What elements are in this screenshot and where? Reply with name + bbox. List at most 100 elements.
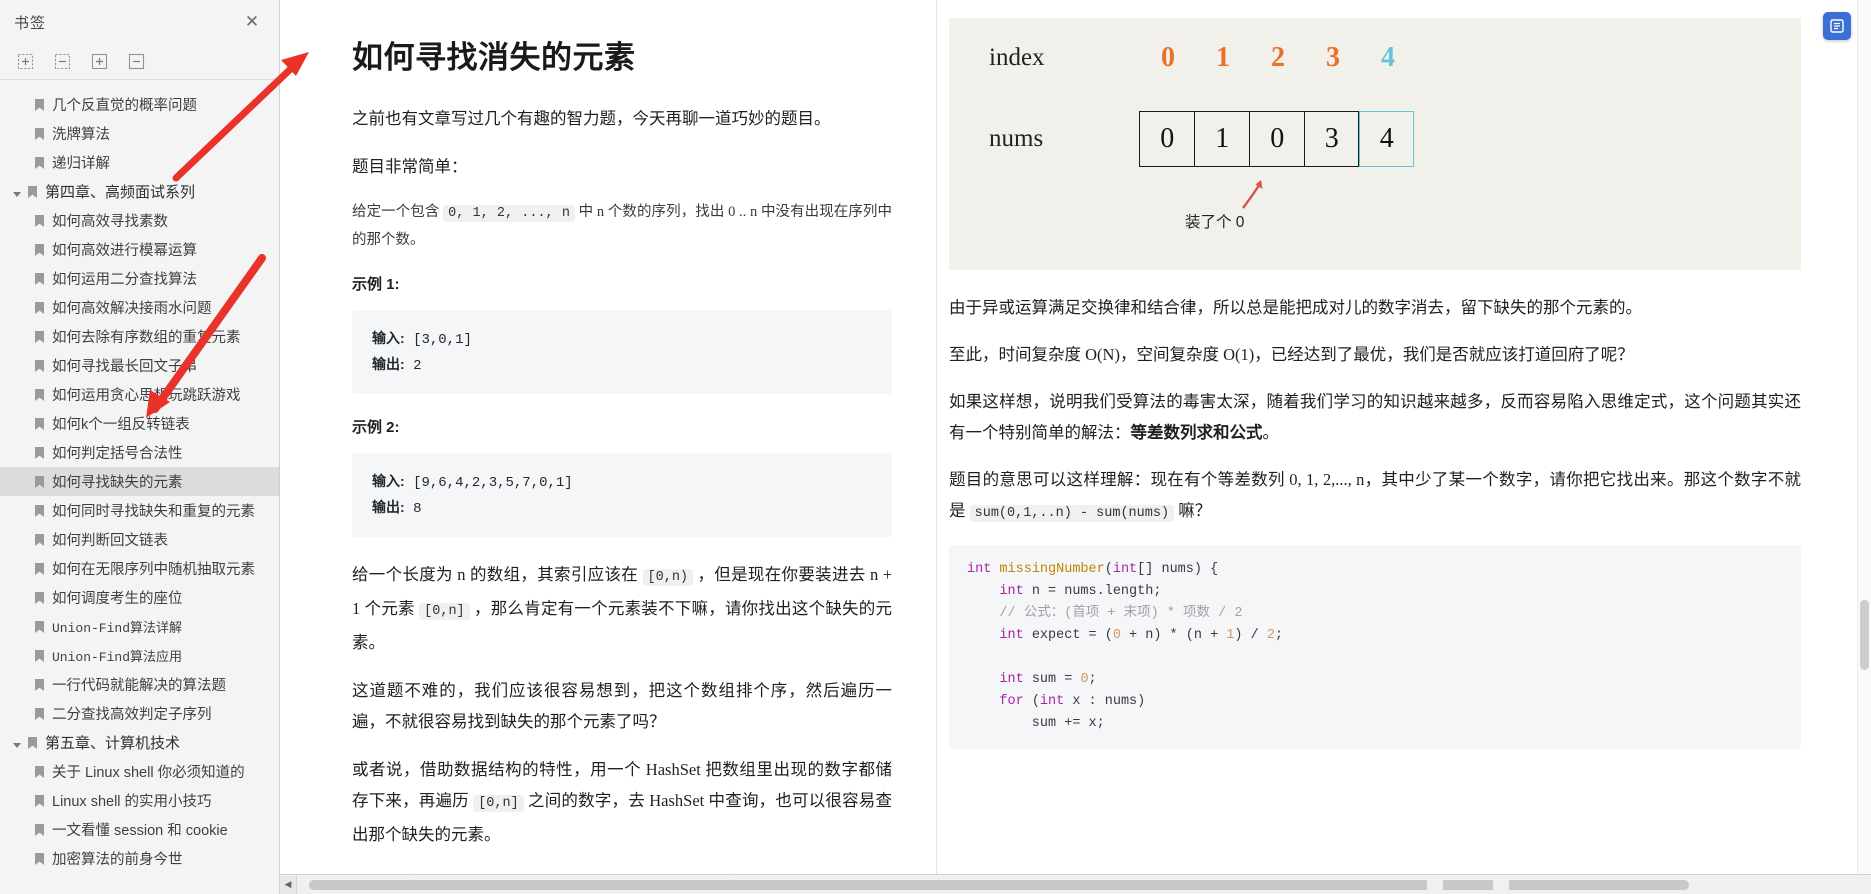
example-2-heading: 示例 2:	[352, 419, 400, 436]
remove-bookmark-icon[interactable]	[127, 52, 146, 71]
sidebar-item-label: Union-Find算法详解	[52, 621, 183, 636]
sidebar-item[interactable]: 如何寻找缺失的元素	[0, 467, 279, 496]
page-container: 如何寻找消失的元素 之前也有文章写过几个有趣的智力题，今天再聊一道巧妙的题目。 …	[280, 0, 1871, 874]
document-reader: 如何寻找消失的元素 之前也有文章写过几个有趣的智力题，今天再聊一道巧妙的题目。 …	[280, 0, 1871, 894]
sidebar-item[interactable]: 如何判断回文链表	[0, 525, 279, 554]
sidebar-item[interactable]: 一文看懂 session 和 cookie	[0, 815, 279, 844]
rp3-bold: 等差数列求和公式	[1130, 423, 1263, 442]
bookmarks-sidebar: 书签 ✕ 几个反直觉的概率问题 洗牌算法 递归详解 第四章、高频面试系列 如何高效寻找素…	[0, 0, 280, 894]
figure-nums-cell: 4	[1359, 111, 1415, 167]
sidebar-item[interactable]: 如何高效寻找素数	[0, 206, 279, 235]
sidebar-item[interactable]: 如何运用贪心思想玩跳跃游戏	[0, 380, 279, 409]
add-bookmark-icon[interactable]	[90, 52, 109, 71]
paragraph-hashset: 或者说，借助数据结构的特性，用一个 HashSet 把数组里出现的数字都储存下来…	[352, 754, 892, 850]
example-1-input-label: 输入:	[372, 330, 405, 346]
sidebar-item-label: 如何运用二分查找算法	[52, 272, 197, 288]
code-line: int expect = (0 + n) * (n + 1) / 2;	[999, 628, 1284, 643]
bookmark-icon	[34, 620, 45, 634]
bookmark-icon	[34, 214, 45, 228]
example-2-block: 输入: [9,6,4,2,3,5,7,0,1] 输出: 8	[352, 453, 892, 537]
bookmark-icon	[34, 794, 45, 808]
paragraph-array: 给一个长度为 n 的数组，其索引应该在 [0,n) ，但是现在你要装进去 n +…	[352, 559, 892, 658]
sidebar-item[interactable]: 几个反直觉的概率问题	[0, 90, 279, 119]
bookmark-icon	[34, 649, 45, 663]
sidebar-item[interactable]: 一行代码就能解决的算法题	[0, 670, 279, 699]
sidebar-item-label: 一文看懂 session 和 cookie	[52, 823, 228, 839]
paragraph-complexity: 排序解法的时间复杂度是 O(NlogN)，HashSet 的解法时间复杂度是 O…	[352, 867, 892, 874]
expand-all-icon[interactable]	[16, 52, 35, 71]
sidebar-item-label: 洗牌算法	[52, 127, 110, 143]
bookmark-list[interactable]: 几个反直觉的概率问题洗牌算法递归详解 第四章、高频面试系列如何高效寻找素数如何高效…	[0, 80, 279, 894]
sidebar-item[interactable]: Linux shell 的实用小技巧	[0, 786, 279, 815]
sidebar-item[interactable]: 递归详解	[0, 148, 279, 177]
page-left: 如何寻找消失的元素 之前也有文章写过几个有趣的智力题，今天再聊一道巧妙的题目。 …	[280, 0, 937, 874]
sidebar-item[interactable]: 如何去除有序数组的重复元素	[0, 322, 279, 351]
sidebar-item[interactable]: 如何运用二分查找算法	[0, 264, 279, 293]
sidebar-item[interactable]: 如何调度考生的座位	[0, 583, 279, 612]
chevron-down-icon[interactable]	[14, 739, 24, 749]
right-paragraph-2: 至此，时间复杂度 O(N)，空间复杂度 O(1)，已经达到了最优，我们是否就应该…	[949, 345, 1634, 364]
sidebar-item-label: 二分查找高效判定子序列	[52, 707, 212, 723]
figure-index-cell: 0	[1161, 42, 1176, 73]
scroll-divider-2	[1493, 879, 1509, 890]
quote-part-1: 给定一个包含	[352, 204, 444, 220]
sidebar-item[interactable]: 如何在无限序列中随机抽取元素	[0, 554, 279, 583]
bookmark-icon	[34, 765, 45, 779]
array-text-a: 给一个长度为 n 的数组，其索引应该在	[352, 565, 643, 584]
vertical-scrollbar[interactable]	[1857, 0, 1871, 874]
close-icon[interactable]: ✕	[243, 13, 261, 31]
collapse-all-icon[interactable]	[53, 52, 72, 71]
figure-index-cell: 3	[1326, 42, 1341, 73]
app-badge-icon[interactable]	[1823, 12, 1851, 40]
chevron-down-icon[interactable]	[14, 188, 24, 198]
sidebar-item[interactable]: 第五章、计算机技术	[0, 728, 279, 757]
bookmark-icon	[34, 156, 45, 170]
sidebar-item-label: 如何运用贪心思想玩跳跃游戏	[52, 388, 241, 404]
horizontal-scroll-thumb[interactable]	[309, 879, 1689, 890]
figure-caption: 装了个 0	[1185, 214, 1245, 231]
example-2-output-value: 8	[413, 501, 422, 517]
sidebar-item[interactable]: 二分查找高效判定子序列	[0, 699, 279, 728]
bookmark-icon	[34, 98, 45, 112]
sidebar-item[interactable]: Union-Find算法详解	[0, 612, 279, 641]
horizontal-scrollbar[interactable]: ◀	[280, 874, 1871, 894]
sidebar-item[interactable]: 如何判定括号合法性	[0, 438, 279, 467]
problem-quote: 给定一个包含 0, 1, 2, ..., n 中 n 个数的序列，找出 0 ..…	[352, 199, 892, 253]
example-1-input-line: 输入: [3,0,1]	[372, 326, 872, 352]
example-1-input-value: [3,0,1]	[413, 332, 472, 348]
sidebar-item-label: 如何去除有序数组的重复元素	[52, 330, 241, 346]
paragraph-intro: 之前也有文章写过几个有趣的智力题，今天再聊一道巧妙的题目。	[352, 109, 831, 128]
figure-nums-cells: 01034	[1139, 111, 1415, 167]
sidebar-toolbar	[0, 44, 279, 80]
sidebar-item-label: 如何寻找缺失的元素	[52, 475, 183, 491]
code-line: int n = nums.length;	[999, 584, 1162, 599]
sidebar-item[interactable]: 如何寻找最长回文子串	[0, 351, 279, 380]
page-title: 如何寻找消失的元素	[352, 32, 892, 77]
figure-index-label: index	[989, 44, 1045, 71]
sidebar-item-label: 第五章、计算机技术	[45, 735, 181, 752]
bookmark-icon	[34, 388, 45, 402]
sidebar-item[interactable]: 关于 Linux shell 你必须知道的	[0, 757, 279, 786]
vertical-scroll-thumb[interactable]	[1860, 600, 1869, 670]
sidebar-item[interactable]: 如何同时寻找缺失和重复的元素	[0, 496, 279, 525]
scroll-divider-1	[1427, 879, 1443, 890]
figure-index-cell: 4	[1381, 42, 1396, 73]
sidebar-item-label: 一行代码就能解决的算法题	[52, 678, 226, 694]
code-line: int missingNumber(int[] nums) {	[967, 562, 1219, 577]
scroll-left-icon[interactable]: ◀	[280, 875, 297, 894]
sidebar-item[interactable]: 加密算法的前身今世	[0, 844, 279, 873]
example-2-output-label: 输出:	[372, 499, 405, 515]
sidebar-item[interactable]: 如何高效进行模幂运算	[0, 235, 279, 264]
bookmark-icon	[34, 852, 45, 866]
example-2-output-line: 输出: 8	[372, 495, 872, 521]
sidebar-item-label: Linux shell 的实用小技巧	[52, 794, 212, 810]
figure-index-row: index 0 1 2 3 4	[989, 42, 1459, 74]
sidebar-item[interactable]: Union-Find算法应用	[0, 641, 279, 670]
horizontal-scroll-track[interactable]	[297, 875, 1871, 894]
sidebar-item[interactable]: 第四章、高频面试系列	[0, 177, 279, 206]
sidebar-item[interactable]: 如何k个一组反转链表	[0, 409, 279, 438]
java-code-block: int missingNumber(int[] nums) { int n = …	[949, 545, 1801, 749]
sidebar-item[interactable]: 洗牌算法	[0, 119, 279, 148]
sidebar-item-label: 如何高效寻找素数	[52, 214, 168, 230]
sidebar-item[interactable]: 如何高效解决接雨水问题	[0, 293, 279, 322]
